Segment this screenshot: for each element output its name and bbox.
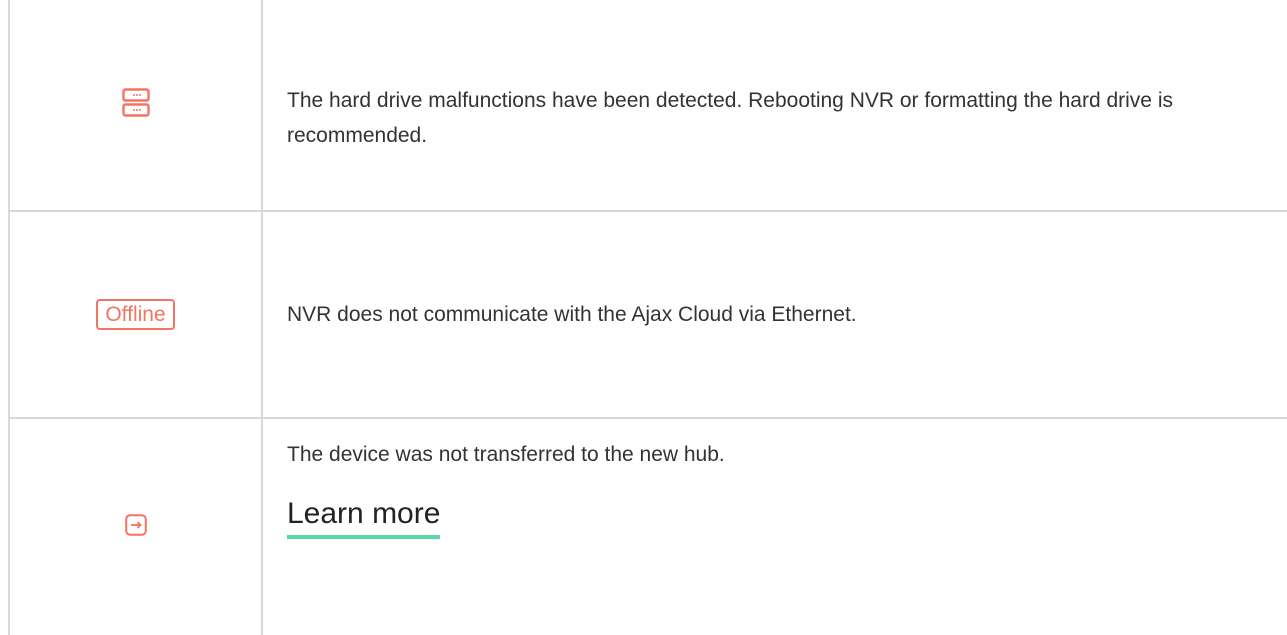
transfer-arrow-icon (124, 513, 147, 541)
description-cell: The device was not transferred to the ne… (263, 419, 1287, 635)
description-cell: The hard drive malfunctions have been de… (263, 0, 1287, 210)
offline-badge: Offline (96, 299, 175, 330)
icon-cell (10, 419, 263, 635)
status-table: The hard drive malfunctions have been de… (8, 0, 1287, 635)
table-row: The hard drive malfunctions have been de… (10, 0, 1287, 212)
icon-cell (10, 0, 263, 210)
description-cell: NVR does not communicate with the Ajax C… (263, 212, 1287, 417)
description-text: The hard drive malfunctions have been de… (287, 89, 1173, 147)
table-row: Offline NVR does not communicate with th… (10, 212, 1287, 419)
learn-more-link[interactable]: Learn more (287, 496, 441, 539)
table-row: The device was not transferred to the ne… (10, 419, 1287, 635)
description-text: NVR does not communicate with the Ajax C… (287, 303, 857, 326)
description-text: The device was not transferred to the ne… (287, 443, 725, 466)
icon-cell: Offline (10, 212, 263, 417)
hard-drive-icon (121, 87, 150, 123)
